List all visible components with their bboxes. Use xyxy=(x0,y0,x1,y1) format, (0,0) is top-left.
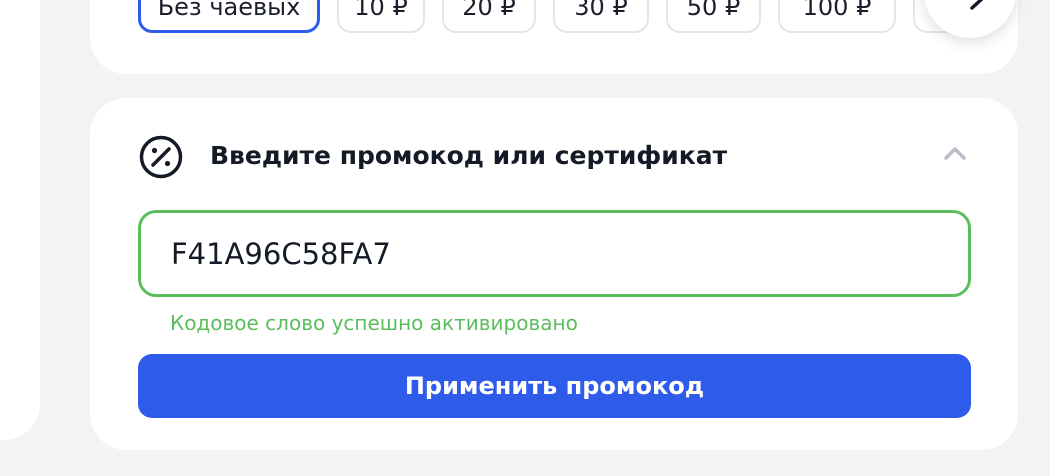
promo-code-input[interactable] xyxy=(138,210,971,297)
discount-percent-icon xyxy=(139,135,183,179)
tip-option-30[interactable]: 30 ₽ xyxy=(553,0,649,33)
left-panel xyxy=(0,0,40,440)
arrow-right-icon xyxy=(970,0,984,10)
tip-option-20[interactable]: 20 ₽ xyxy=(442,0,536,33)
tip-option-none[interactable]: Без чаевых xyxy=(138,0,320,33)
apply-promo-button-label: Применить промокод xyxy=(404,372,705,400)
apply-promo-button[interactable]: Применить промокод xyxy=(138,354,971,418)
tip-option-100[interactable]: 100 ₽ xyxy=(778,0,896,33)
tip-option-10[interactable]: 10 ₽ xyxy=(337,0,425,33)
promo-success-message: Кодовое слово успешно активировано xyxy=(170,311,578,335)
checkout-screen: Без чаевых 10 ₽ 20 ₽ 30 ₽ 50 ₽ 100 ₽ 1 В… xyxy=(0,0,1050,476)
tips-options: Без чаевых 10 ₽ 20 ₽ 30 ₽ 50 ₽ 100 ₽ 1 xyxy=(138,0,993,33)
tips-panel: Без чаевых 10 ₽ 20 ₽ 30 ₽ 50 ₽ 100 ₽ 1 xyxy=(90,0,1018,74)
tip-option-50[interactable]: 50 ₽ xyxy=(666,0,761,33)
promo-title[interactable]: Введите промокод или сертификат xyxy=(210,136,727,176)
chevron-up-icon[interactable] xyxy=(940,142,970,164)
promo-panel: Введите промокод или сертификат Кодовое … xyxy=(90,98,1018,450)
